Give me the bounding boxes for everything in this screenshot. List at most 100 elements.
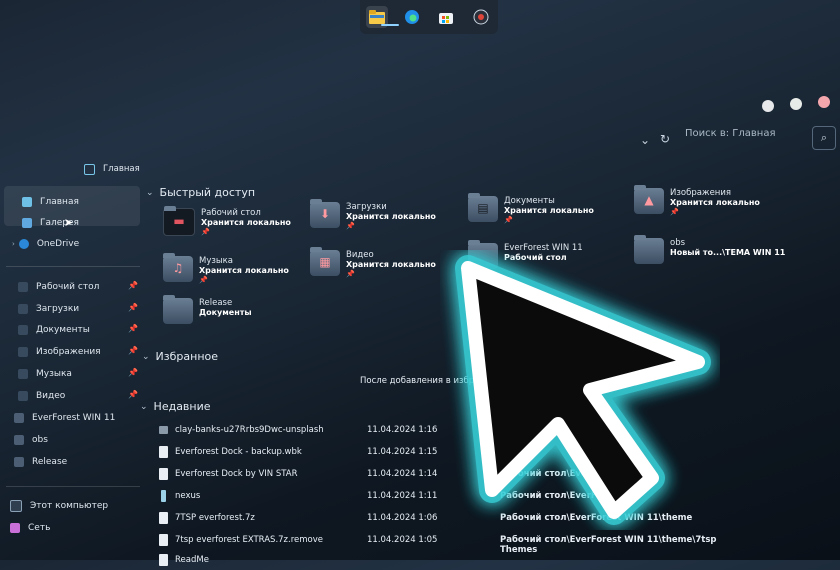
maximize-button[interactable] <box>790 98 802 110</box>
network-icon <box>10 523 20 533</box>
downloads-folder-icon: ⬇ <box>310 199 340 228</box>
file-name: clay-banks-u27Rrbs9Dwc-unsplash <box>175 425 324 435</box>
quick-access-item-pictures[interactable]: ▲ Изображения Хранится локально 📌 <box>634 185 760 217</box>
table-row[interactable]: 7tsp everforest EXTRAS.7z.remove 11.04.2… <box>155 532 755 555</box>
sidebar-item-music[interactable]: Музыка <box>18 364 72 384</box>
sidebar-item-label: Главная <box>40 197 79 207</box>
desktop-folder-icon: ▬ <box>163 206 195 236</box>
sidebar-item-documents[interactable]: Документы <box>18 320 90 340</box>
quick-access-item-music[interactable]: ♫ Музыка Хранится локально 📌 <box>163 253 289 285</box>
sidebar-item-network[interactable]: Сеть <box>10 518 50 538</box>
pin-icon: 📌 <box>199 276 208 284</box>
home-icon <box>22 197 32 207</box>
pin-icon[interactable]: 📌 <box>128 390 138 399</box>
pin-icon[interactable]: 📌 <box>128 303 138 312</box>
section-title: Быстрый доступ <box>159 186 256 199</box>
screenshot-icon[interactable] <box>470 6 492 28</box>
sidebar-item-label: EverForest WIN 11 <box>32 413 116 423</box>
sidebar: Главная Галерея › OneDrive Рабочий стол … <box>0 180 142 560</box>
chevron-right-icon[interactable]: › <box>12 240 15 248</box>
quick-access-item-documents[interactable]: ▤ Документы Хранится локально 📌 <box>468 193 594 225</box>
sidebar-item-label: obs <box>32 435 48 445</box>
pin-icon[interactable]: 📌 <box>128 346 138 355</box>
pin-icon: 📌 <box>670 208 679 216</box>
item-location: Хранится локально <box>201 218 291 227</box>
desktop-icon <box>18 282 28 292</box>
item-name: Музыка <box>199 256 233 266</box>
pin-icon[interactable]: 📌 <box>128 324 138 333</box>
sidebar-item-label: Release <box>32 457 68 467</box>
onedrive-icon <box>18 239 29 249</box>
sidebar-item-everforest[interactable]: EverForest WIN 11 <box>14 408 115 428</box>
table-row[interactable]: ReadMe <box>155 552 755 570</box>
minimize-button[interactable] <box>762 100 774 112</box>
pin-icon: 📌 <box>346 222 355 230</box>
sidebar-item-label: Музыка <box>36 369 72 379</box>
file-icon <box>159 446 168 458</box>
breadcrumb[interactable]: Главная <box>103 164 140 174</box>
item-location: Хранится локально <box>504 206 594 215</box>
sidebar-item-videos[interactable]: Видео <box>18 386 65 406</box>
file-date: 11.04.2024 1:14 <box>367 469 438 479</box>
sidebar-item-pictures[interactable]: Изображения <box>18 342 101 362</box>
sidebar-item-release[interactable]: Release <box>14 452 67 472</box>
folder-icon <box>14 413 24 423</box>
quick-access-item-release[interactable]: Release Документы <box>163 295 252 324</box>
sidebar-item-downloads[interactable]: Загрузки <box>18 299 79 319</box>
store-icon[interactable] <box>435 6 457 28</box>
edge-icon[interactable] <box>401 6 423 28</box>
file-date: 11.04.2024 1:11 <box>367 491 438 501</box>
gallery-icon <box>22 218 32 228</box>
file-name: ReadMe <box>175 555 209 565</box>
taskbar <box>360 0 498 34</box>
computer-icon <box>10 500 22 512</box>
quick-access-item-downloads[interactable]: ⬇ Загрузки Хранится локально 📌 <box>310 199 436 231</box>
file-date: 11.04.2024 1:05 <box>367 535 438 545</box>
music-folder-icon: ♫ <box>163 253 193 282</box>
file-name: 7TSP everforest.7z <box>175 513 255 523</box>
section-title: Недавние <box>153 400 211 413</box>
file-name: 7tsp everforest EXTRAS.7z.remove <box>175 535 324 545</box>
search-icon[interactable]: ⌕ <box>812 126 836 150</box>
videos-folder-icon: ▦ <box>310 247 340 276</box>
sidebar-item-this-pc[interactable]: Этот компьютер <box>10 496 108 516</box>
section-recent[interactable]: ⌄ Недавние <box>140 400 211 413</box>
chevron-down-icon[interactable]: ⌄ <box>640 133 650 147</box>
section-title: Избранное <box>155 350 219 363</box>
close-button[interactable] <box>818 96 830 108</box>
sidebar-item-onedrive[interactable]: › OneDrive <box>12 234 79 254</box>
file-name: Everforest Dock by VIN STAR <box>175 469 298 479</box>
pin-icon[interactable]: 📌 <box>128 368 138 377</box>
chevron-down-icon: ⌄ <box>142 351 150 362</box>
music-icon <box>18 369 28 379</box>
sidebar-item-label: Загрузки <box>36 304 80 314</box>
pin-icon[interactable]: 📌 <box>128 281 138 290</box>
sidebar-item-obs[interactable]: obs <box>14 430 48 450</box>
folder-icon <box>14 435 24 445</box>
item-location: Хранится локально <box>670 198 760 207</box>
sidebar-item-home[interactable]: Главная <box>22 192 79 212</box>
file-date: 11.04.2024 1:06 <box>367 513 438 523</box>
item-location: Документы <box>199 308 252 317</box>
sidebar-item-desktop[interactable]: Рабочий стол <box>18 277 99 297</box>
file-icon <box>159 468 168 480</box>
folder-icon <box>14 457 24 467</box>
item-name: Изображения <box>670 188 732 198</box>
file-date: 11.04.2024 1:15 <box>367 447 438 457</box>
pin-icon: 📌 <box>201 228 210 236</box>
item-name: Загрузки <box>346 202 387 212</box>
mouse-pointer-icon <box>455 255 711 525</box>
chevron-down-icon: ⌄ <box>140 401 148 412</box>
divider <box>6 486 140 487</box>
folder-icon <box>163 295 193 324</box>
documents-icon <box>18 325 28 335</box>
item-name: Видео <box>346 250 374 260</box>
quick-access-item-desktop[interactable]: ▬ Рабочий стол Хранится локально 📌 <box>163 206 291 237</box>
section-favorites[interactable]: ⌄ Избранное <box>142 350 218 363</box>
file-explorer-icon[interactable] <box>366 6 400 28</box>
refresh-icon[interactable]: ↻ <box>660 132 670 146</box>
search-input[interactable]: Поиск в: Главная <box>685 128 825 146</box>
quick-access-item-videos[interactable]: ▦ Видео Хранится локально 📌 <box>310 247 436 279</box>
chevron-down-icon: ⌄ <box>146 187 154 198</box>
section-quick-access[interactable]: ⌄ Быстрый доступ <box>146 186 255 199</box>
